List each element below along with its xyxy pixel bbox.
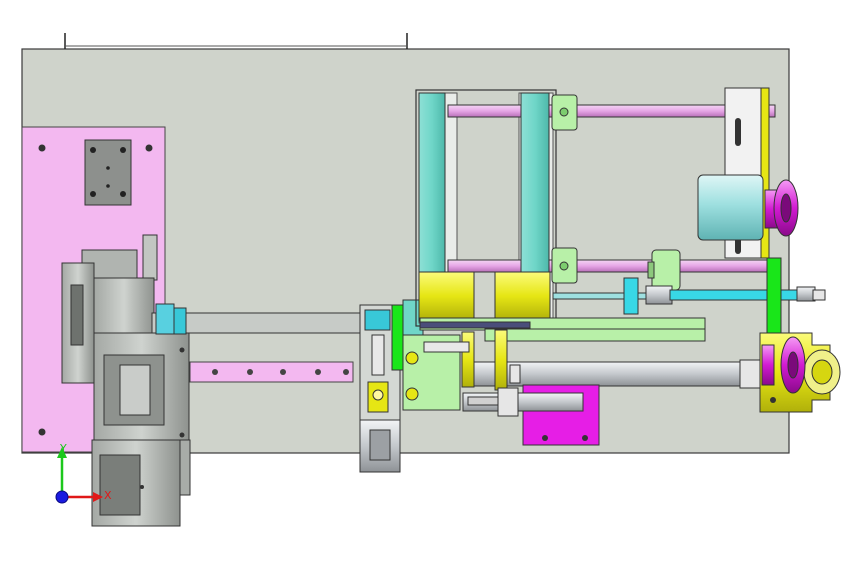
y-axis-label: Y [59, 442, 67, 455]
cad-model[interactable]: Y X [0, 0, 867, 562]
x-axis-label: X [104, 489, 112, 502]
idler-roller[interactable] [647, 249, 681, 291]
end-pulley-bracket[interactable] [759, 332, 841, 413]
drive-motor[interactable] [697, 174, 799, 241]
cad-viewport[interactable]: Y X [0, 0, 867, 562]
pink-guide-rail[interactable] [189, 361, 354, 383]
